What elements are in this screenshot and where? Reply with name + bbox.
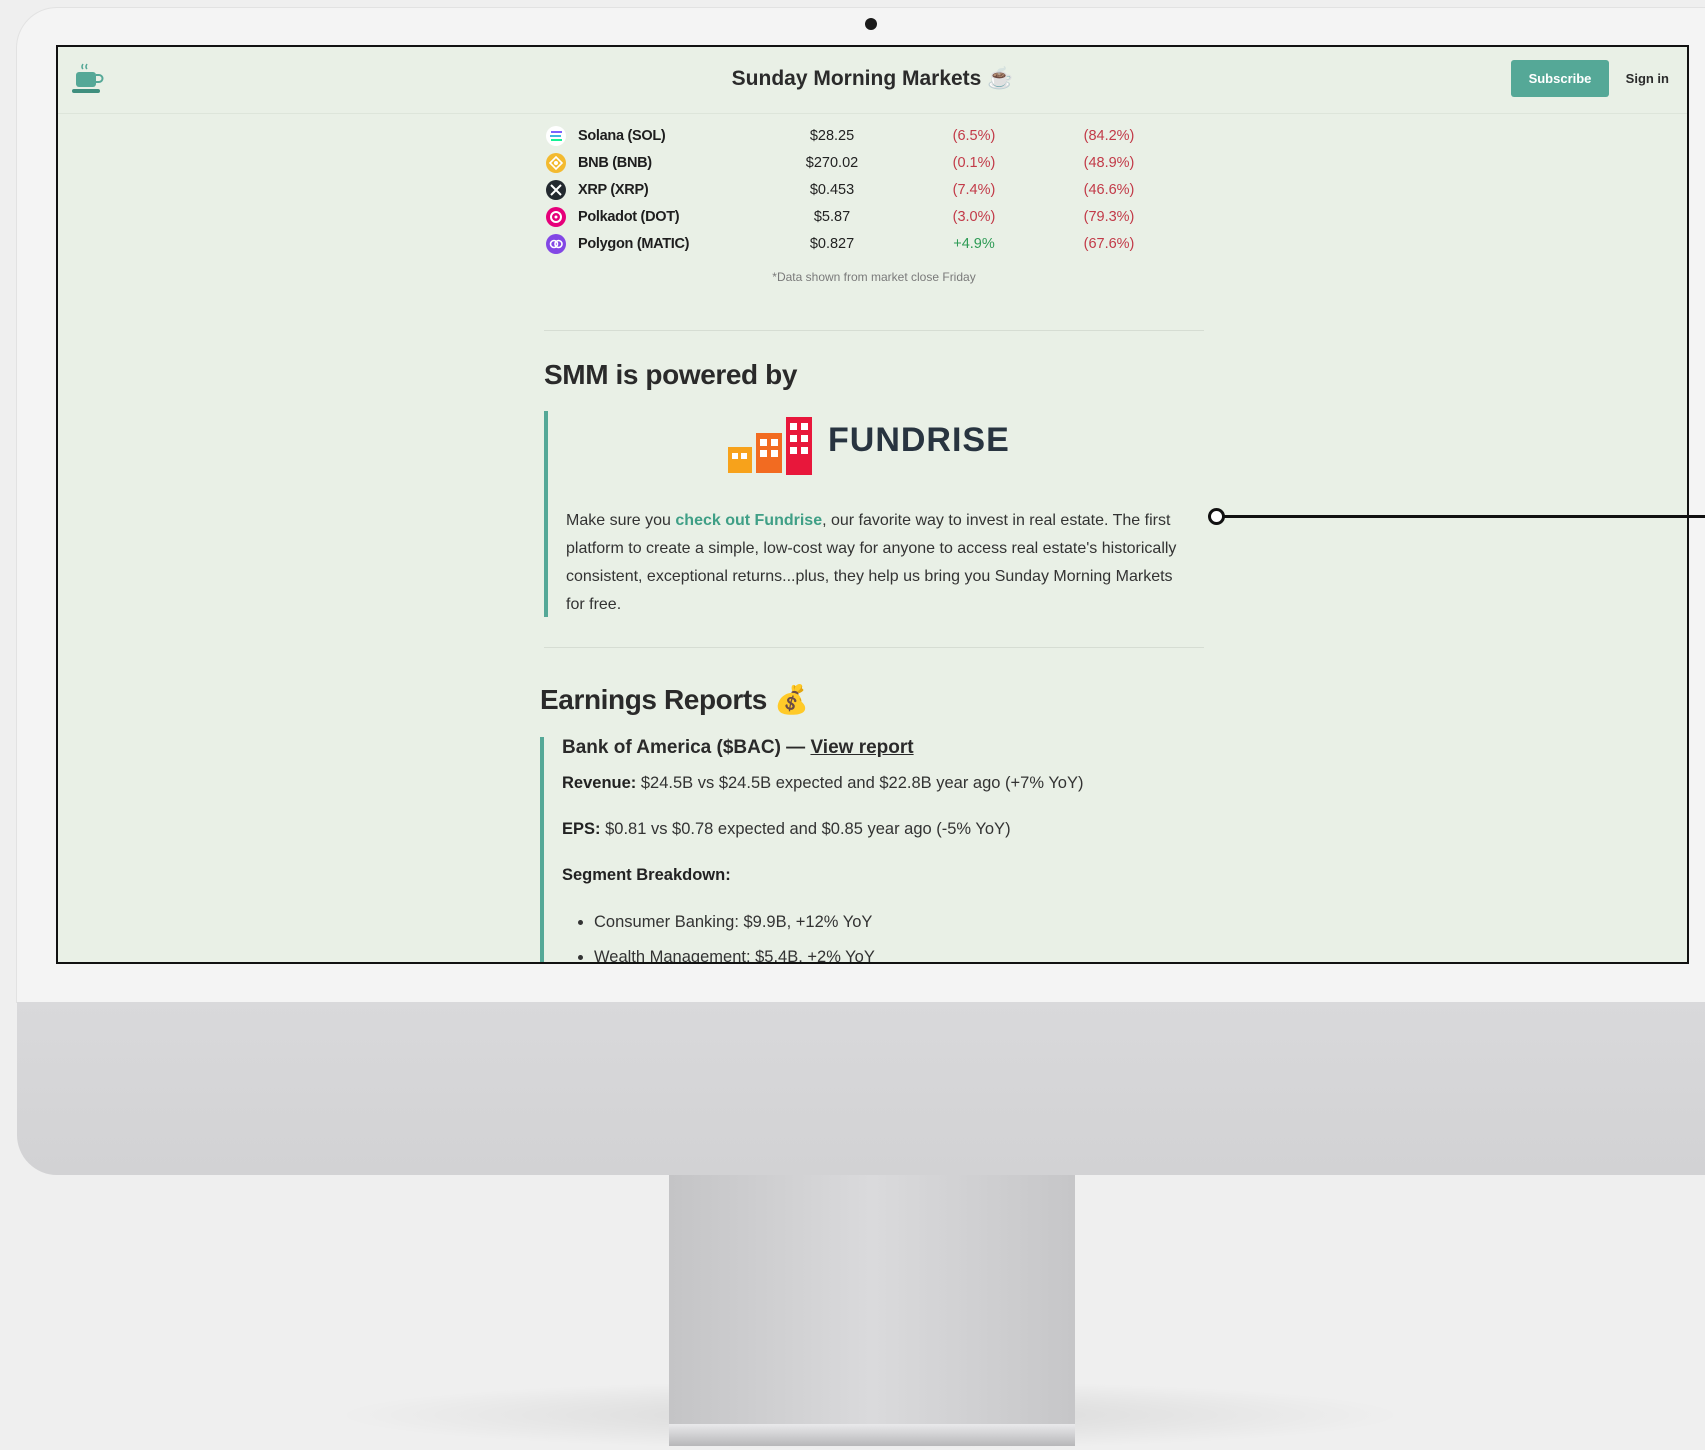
site-header: Sunday Morning Markets ☕ Subscribe Sign … xyxy=(58,47,1687,114)
annotation-callout-line xyxy=(1220,515,1705,518)
crypto-week-change: (7.4%) xyxy=(952,182,996,198)
eps-label: EPS: xyxy=(562,820,601,838)
polkadot-icon xyxy=(546,207,566,227)
crypto-week-change: (3.0%) xyxy=(952,209,996,225)
earnings-title: Earnings Reports 💰 xyxy=(540,684,809,715)
view-report-link[interactable]: View report xyxy=(810,737,913,758)
camera-icon xyxy=(865,18,877,30)
table-row: BNB (BNB) $270.02 (0.1%) (48.9%) xyxy=(544,151,1204,177)
table-row: Polygon (MATIC) $0.827 +4.9% (67.6%) xyxy=(544,232,1204,258)
annotation-callout-dot xyxy=(1208,508,1225,525)
crypto-price: $270.02 xyxy=(805,155,859,171)
monitor-chin xyxy=(17,1002,1705,1175)
divider xyxy=(544,647,1204,648)
list-item: Wealth Management: $5.4B, +2% YoY xyxy=(594,948,875,962)
fundrise-wordmark: FUNDRISE xyxy=(828,421,1010,459)
crypto-week-change: +4.9% xyxy=(953,236,995,252)
table-row: XRP (XRP) $0.453 (7.4%) (46.6%) xyxy=(544,178,1204,204)
crypto-price: $0.453 xyxy=(809,182,855,198)
solana-icon xyxy=(546,126,566,146)
site-title: Sunday Morning Markets ☕ xyxy=(731,67,1014,90)
bnb-icon xyxy=(546,153,566,173)
crypto-name: Polkadot (DOT) xyxy=(578,209,680,225)
subscribe-button[interactable]: Subscribe xyxy=(1511,60,1609,97)
sponsor-block: FUNDRISE Make sure you check out Fundris… xyxy=(544,411,1208,617)
revenue-value: $24.5B vs $24.5B expected and $22.8B yea… xyxy=(636,774,1084,792)
divider xyxy=(544,330,1204,331)
segment-heading: Segment Breakdown: xyxy=(562,866,731,885)
sponsor-text-before: Make sure you xyxy=(566,512,676,529)
crypto-price: $0.827 xyxy=(809,236,855,252)
company-name: Bank of America ($BAC) — xyxy=(562,737,811,758)
table-row: Solana (SOL) $28.25 (6.5%) (84.2%) xyxy=(544,124,1204,150)
sign-in-link[interactable]: Sign in xyxy=(1626,71,1669,86)
check-out-fundrise-link[interactable]: check out Fundrise xyxy=(675,512,822,529)
crypto-ytd-change: (48.9%) xyxy=(1083,155,1135,171)
revenue-line: Revenue: $24.5B vs $24.5B expected and $… xyxy=(562,774,1083,793)
polygon-icon xyxy=(546,234,566,254)
data-footnote: *Data shown from market close Friday xyxy=(772,270,976,284)
list-item: Consumer Banking: $9.9B, +12% YoY xyxy=(594,913,875,932)
eps-value: $0.81 vs $0.78 expected and $0.85 year a… xyxy=(600,820,1011,838)
browser-screen: Solana (SOL) $28.25 (6.5%) (84.2%) BNB (… xyxy=(56,45,1689,964)
xrp-icon xyxy=(546,180,566,200)
crypto-week-change: (6.5%) xyxy=(952,128,996,144)
sponsor-text: Make sure you check out Fundrise, our fa… xyxy=(566,507,1181,619)
crypto-ytd-change: (84.2%) xyxy=(1083,128,1135,144)
monitor-stand xyxy=(669,1175,1075,1446)
crypto-price: $5.87 xyxy=(813,209,851,225)
crypto-ytd-change: (79.3%) xyxy=(1083,209,1135,225)
crypto-ytd-change: (67.6%) xyxy=(1083,236,1135,252)
segment-label: Segment Breakdown: xyxy=(562,866,731,884)
segment-list: Consumer Banking: $9.9B, +12% YoY Wealth… xyxy=(562,913,875,962)
earnings-block: Bank of America ($BAC) — View report Rev… xyxy=(540,737,1204,962)
monitor-stand-base xyxy=(669,1424,1075,1446)
revenue-label: Revenue: xyxy=(562,774,637,792)
eps-line: EPS: $0.81 vs $0.78 expected and $0.85 y… xyxy=(562,820,1011,839)
crypto-name: XRP (XRP) xyxy=(578,182,649,198)
crypto-ytd-change: (46.6%) xyxy=(1083,182,1135,198)
crypto-name: Polygon (MATIC) xyxy=(578,236,690,252)
crypto-week-change: (0.1%) xyxy=(952,155,996,171)
crypto-name: BNB (BNB) xyxy=(578,155,652,171)
sponsor-title: SMM is powered by xyxy=(544,359,798,390)
company-heading: Bank of America ($BAC) — View report xyxy=(562,737,914,759)
crypto-name: Solana (SOL) xyxy=(578,128,666,144)
table-row: Polkadot (DOT) $5.87 (3.0%) (79.3%) xyxy=(544,205,1204,231)
crypto-price: $28.25 xyxy=(809,128,855,144)
